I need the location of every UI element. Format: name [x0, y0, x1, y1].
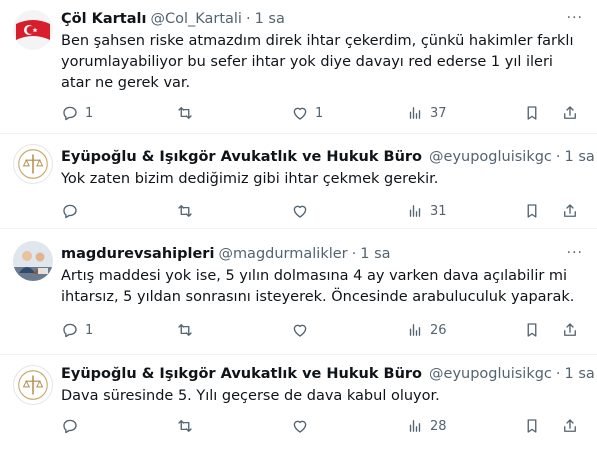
tweet-3[interactable]: magdurevsahipleri @magdurmalikler · 1 sa…: [0, 229, 597, 355]
views-button[interactable]: 28: [406, 417, 447, 435]
display-name[interactable]: Çöl Kartalı: [61, 10, 146, 29]
views-chart-icon: [409, 420, 421, 432]
like-button[interactable]: [291, 321, 315, 339]
display-name[interactable]: magdurevsahipleri: [61, 245, 214, 264]
user-handle[interactable]: @magdurmalikler: [218, 245, 347, 264]
timestamp[interactable]: 1 sa: [360, 245, 390, 264]
tweet-1[interactable]: Çöl Kartalı @Col_Kartali · 1 sa Ben şahs…: [0, 0, 597, 134]
retweet-icon: [178, 420, 192, 432]
bookmark-button[interactable]: [523, 104, 541, 122]
reply-icon: [63, 419, 77, 434]
tweet-actions: 28: [61, 417, 583, 437]
views-button[interactable]: 26: [406, 321, 447, 339]
view-count: 31: [430, 203, 447, 219]
retweet-button[interactable]: [176, 104, 200, 122]
avatar[interactable]: [13, 144, 53, 184]
like-button[interactable]: [291, 202, 315, 220]
views-button[interactable]: 31: [406, 202, 447, 220]
flag-avatar-icon: [13, 10, 53, 50]
timestamp[interactable]: 1 sa: [565, 365, 595, 384]
views-chart-icon: [409, 107, 421, 119]
tweet-text: Yok zaten bizim dediğimiz gibi ihtar çek…: [61, 171, 439, 187]
bookmark-icon: [527, 323, 537, 337]
display-name[interactable]: Eyüpoğlu & Işıkgör Avukatlık ve Hukuk Bü…: [61, 148, 422, 167]
reply-button[interactable]: [61, 202, 85, 220]
separator-dot: ·: [555, 366, 561, 382]
like-button[interactable]: 1: [291, 104, 323, 122]
views-chart-icon: [409, 324, 421, 336]
user-handle[interactable]: @Col_Kartali: [150, 10, 242, 29]
reply-icon: [63, 323, 77, 338]
like-count: 1: [315, 105, 324, 121]
heart-icon: [293, 420, 307, 433]
separator-dot: ·: [245, 11, 251, 27]
avatar[interactable]: [13, 365, 53, 405]
reply-button[interactable]: 1: [61, 104, 93, 122]
user-handle[interactable]: @eyupogluisikgc: [429, 148, 552, 167]
tweet-text: Dava süresinde 5. Yılı geçerse de dava k…: [61, 388, 440, 404]
share-button[interactable]: [561, 104, 579, 122]
law-logo-icon: [18, 370, 48, 400]
bookmark-button[interactable]: [523, 202, 541, 220]
share-icon: [564, 106, 576, 119]
share-icon: [564, 323, 576, 336]
retweet-icon: [178, 107, 192, 119]
like-button[interactable]: [291, 417, 315, 435]
separator-dot: ·: [555, 149, 561, 165]
avatar[interactable]: [13, 10, 53, 50]
display-name[interactable]: Eyüpoğlu & Işıkgör Avukatlık ve Hukuk Bü…: [61, 365, 422, 384]
view-count: 26: [430, 322, 447, 338]
more-options-icon[interactable]: ···: [567, 245, 583, 261]
separator-dot: ·: [351, 246, 357, 262]
bookmark-button[interactable]: [523, 321, 541, 339]
views-button[interactable]: 37: [406, 104, 447, 122]
reply-count: 1: [85, 322, 94, 338]
bookmark-icon: [527, 419, 537, 433]
share-button[interactable]: [561, 321, 579, 339]
retweet-icon: [178, 324, 192, 336]
tweet-header: Çöl Kartalı @Col_Kartali · 1 sa: [61, 10, 583, 29]
share-button[interactable]: [561, 417, 579, 435]
retweet-button[interactable]: [176, 417, 200, 435]
reply-icon: [63, 204, 77, 219]
tweet-actions: 1 1 37: [61, 104, 583, 124]
tweet-actions: 1 26: [61, 321, 583, 341]
tweet-text: Artış maddesi yok ise, 5 yılın dolmasına…: [61, 268, 575, 305]
reply-count: 1: [85, 105, 94, 121]
tweet-4[interactable]: Eyüpoğlu & Işıkgör Avukatlık ve Hukuk Bü…: [0, 355, 597, 452]
tweet-actions: 31: [61, 202, 583, 222]
view-count: 28: [430, 418, 447, 434]
tweet-text: Ben şahsen riske atmazdım direk ihtar çe…: [61, 33, 574, 91]
heart-icon: [293, 324, 307, 337]
heart-icon: [293, 205, 307, 218]
avatar[interactable]: [13, 241, 53, 281]
reply-button[interactable]: [61, 417, 85, 435]
timestamp[interactable]: 1 sa: [565, 148, 595, 167]
bookmark-icon: [527, 204, 537, 218]
law-logo-icon: [18, 149, 48, 179]
bookmark-button[interactable]: [523, 417, 541, 435]
share-icon: [564, 204, 576, 217]
view-count: 37: [430, 105, 447, 121]
heart-icon: [293, 107, 307, 120]
people-avatar-icon: [13, 241, 53, 281]
bookmark-icon: [527, 106, 537, 120]
reply-button[interactable]: 1: [61, 321, 93, 339]
tweet-header: magdurevsahipleri @magdurmalikler · 1 sa: [61, 245, 583, 264]
retweet-button[interactable]: [176, 321, 200, 339]
share-button[interactable]: [561, 202, 579, 220]
user-handle[interactable]: @eyupogluisikgc: [429, 365, 552, 384]
retweet-icon: [178, 205, 192, 217]
tweet-header: Eyüpoğlu & Işıkgör Avukatlık ve Hukuk Bü…: [61, 148, 595, 167]
timestamp[interactable]: 1 sa: [255, 10, 285, 29]
share-icon: [564, 419, 576, 432]
more-options-icon[interactable]: ···: [567, 10, 583, 26]
tweet-header: Eyüpoğlu & Işıkgör Avukatlık ve Hukuk Bü…: [61, 365, 595, 384]
reply-icon: [63, 106, 77, 121]
tweet-2[interactable]: Eyüpoğlu & Işıkgör Avukatlık ve Hukuk Bü…: [0, 134, 597, 229]
retweet-button[interactable]: [176, 202, 200, 220]
views-chart-icon: [409, 205, 421, 217]
